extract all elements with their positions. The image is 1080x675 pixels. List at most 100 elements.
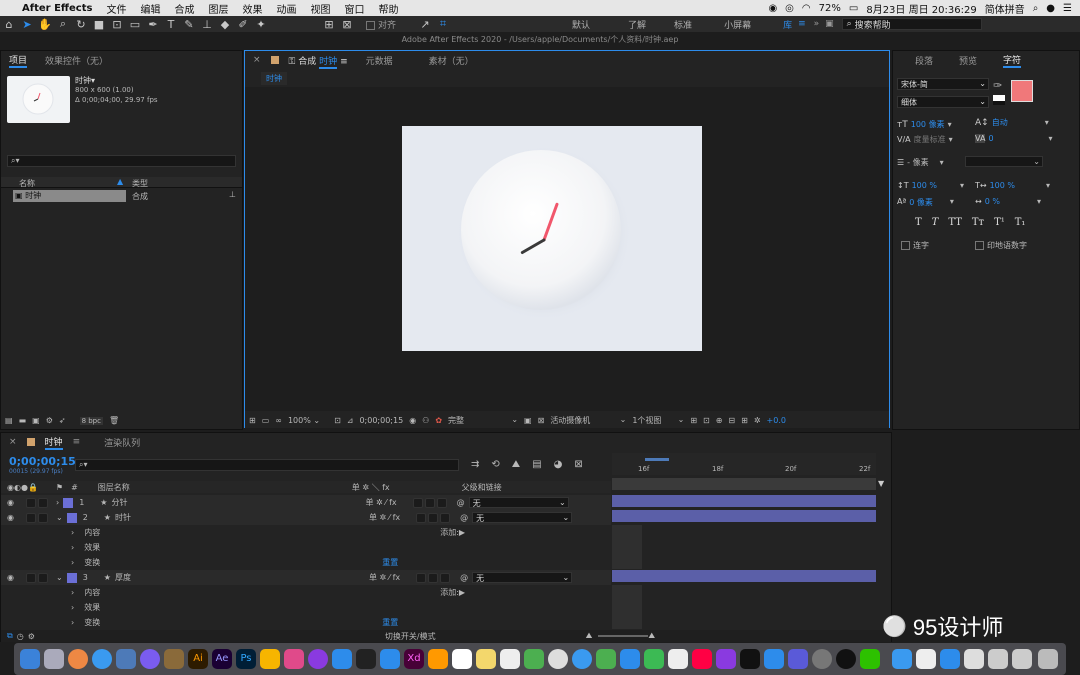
tab-menu-icon[interactable]: ≡	[73, 437, 81, 447]
faux-italic-button[interactable]: T	[932, 217, 939, 228]
selection-tool-icon[interactable]: ➤	[18, 18, 36, 31]
quality-select[interactable]: 完整 ⌄	[448, 415, 518, 426]
app-menu[interactable]: After Effects	[22, 3, 92, 14]
time-ruler[interactable]: 16f 18f 20f 22f	[612, 453, 876, 475]
close-icon[interactable]: ×	[253, 55, 261, 65]
tv-icon[interactable]	[740, 649, 760, 669]
col-layer-name[interactable]: 图层名称	[98, 482, 130, 493]
calendar-icon[interactable]	[452, 649, 472, 669]
timeline-timecode[interactable]: 0;00;00;15	[9, 455, 76, 468]
render-icon[interactable]: ➶	[59, 416, 66, 425]
comp-canvas[interactable]	[402, 126, 702, 351]
comp-viewer[interactable]	[245, 87, 889, 411]
menu-view[interactable]: 视图	[310, 1, 330, 16]
tab-project[interactable]: 项目	[9, 53, 28, 68]
work-area[interactable]	[612, 478, 876, 490]
font-size-value[interactable]: 100 像素	[911, 119, 945, 130]
rectangle-tool-icon[interactable]: ▭	[126, 18, 144, 31]
fit-icon[interactable]: ⊡	[334, 416, 341, 425]
add-icon[interactable]: ▶	[459, 528, 465, 537]
menu-composition[interactable]: 合成	[174, 1, 194, 16]
property-group[interactable]: › 变换 重置	[1, 615, 611, 630]
new-folder-icon[interactable]: ▬	[19, 416, 27, 425]
layer-name[interactable]: 时针	[115, 512, 131, 523]
lock-toggle[interactable]	[25, 512, 36, 523]
kerning-value[interactable]: 度量标准	[914, 134, 946, 145]
lock-toggle[interactable]	[25, 572, 36, 583]
lock-icon[interactable]: ⚿	[289, 57, 296, 67]
workspace-standard[interactable]: 标准	[674, 18, 692, 31]
property-group[interactable]: › 效果	[1, 540, 611, 555]
property-group[interactable]: › 变换 重置	[1, 555, 611, 570]
snapshot-icon[interactable]: ◉	[409, 416, 416, 425]
tab-render-queue[interactable]: 渲染队列	[104, 436, 140, 449]
type-tool-icon[interactable]: T	[162, 18, 180, 31]
tab-preview[interactable]: 预览	[959, 54, 977, 67]
flowchart-view-icon[interactable]: ⊞	[741, 416, 748, 425]
eye-icon[interactable]: ◉	[7, 498, 14, 507]
exposure-icon[interactable]: ✲	[754, 416, 761, 425]
parent-select[interactable]: 无 ⌄	[472, 572, 573, 583]
workspace-small-screen[interactable]: 小屏幕	[724, 18, 751, 31]
baseline-value[interactable]: 0 像素	[909, 197, 933, 208]
menu-effect[interactable]: 效果	[242, 1, 262, 16]
layer-name[interactable]: 分针	[111, 497, 127, 508]
property-group[interactable]: › 内容 添加: ▶	[1, 585, 611, 600]
menu-window[interactable]: 窗口	[344, 1, 364, 16]
workspace-learn[interactable]: 了解	[628, 18, 646, 31]
xd-icon[interactable]: Xd	[404, 649, 424, 669]
layer-switches[interactable]: 单 ✲ ⁄ fx	[369, 512, 400, 523]
tab-footage[interactable]: 素材（无）	[429, 54, 474, 67]
eraser-tool-icon[interactable]: ◆	[216, 18, 234, 31]
app-store-icon[interactable]	[764, 649, 784, 669]
graph-editor-icon[interactable]: ⊠	[574, 459, 582, 470]
airdrop-icon[interactable]	[892, 649, 912, 669]
toggle-switches-modes[interactable]: 切换开关/模式	[385, 631, 436, 642]
grid-icon[interactable]: ⊠	[538, 416, 545, 425]
sketch-icon[interactable]	[260, 649, 280, 669]
parent-select[interactable]: 无 ⌄	[472, 512, 573, 523]
finder-icon[interactable]	[20, 649, 40, 669]
zoom-select[interactable]: 100% ⌄	[288, 416, 320, 425]
spotlight-icon[interactable]: ⌕	[1033, 3, 1039, 14]
input-method[interactable]: 简体拼音	[985, 1, 1025, 16]
search-help-toggle-icon[interactable]: ▣	[825, 19, 834, 29]
pixso-icon[interactable]	[308, 649, 328, 669]
keynote-icon[interactable]	[668, 649, 688, 669]
hindi-digits-checkbox[interactable]: 印地语数字	[975, 240, 1027, 251]
zoom-out-icon[interactable]: ⛰	[586, 631, 593, 641]
monitor-icon[interactable]: ▭	[262, 416, 270, 425]
tab-character[interactable]: 字符	[1003, 53, 1022, 68]
wechat-icon[interactable]: ◎	[785, 3, 794, 14]
qq-icon[interactable]: ◉	[768, 3, 777, 14]
roto-brush-icon[interactable]: ✐	[234, 18, 252, 31]
brush-tool-icon[interactable]: ✎	[180, 18, 198, 31]
layer-bar[interactable]	[612, 570, 876, 582]
shy-toggle[interactable]	[37, 497, 48, 508]
shy-icon[interactable]: ⛰	[512, 459, 520, 470]
motion-blur-icon[interactable]: ◕	[554, 459, 563, 470]
reset-link[interactable]: 重置	[382, 557, 398, 568]
wechat-app-icon[interactable]	[860, 649, 880, 669]
podcasts-icon[interactable]	[716, 649, 736, 669]
parent-select[interactable]: 无 ⌄	[468, 497, 569, 508]
col-parent[interactable]: 父级和链接	[462, 482, 502, 493]
reset-exposure-icon[interactable]: ⊡	[703, 416, 710, 425]
collapse-icon[interactable]: ⌄	[56, 513, 63, 522]
layer-color-label[interactable]	[66, 572, 77, 583]
font-family-select[interactable]: 宋体-简 ⌄	[897, 78, 989, 90]
zoom-in-icon[interactable]: ⛰	[648, 631, 655, 641]
zoom-tool-icon[interactable]: ⌕	[54, 17, 72, 31]
current-time-indicator-icon[interactable]: ▼	[878, 479, 888, 519]
workspace-libraries[interactable]: 库	[783, 18, 792, 31]
tab-effect-controls[interactable]: 效果控件（无）	[45, 54, 108, 67]
camera-select[interactable]: 活动摄像机 ⌄	[550, 415, 626, 426]
layer-row[interactable]: ◉ ⌄ 2 ★ 时针 单 ✲ ⁄ fx @ 无 ⌄	[1, 510, 611, 525]
eye-icon[interactable]: ◉	[7, 573, 14, 582]
layer-row[interactable]: ◉ › 1 ★ 分针 单 ✲ ⁄ fx @ 无 ⌄	[1, 495, 611, 510]
pen-tool-icon[interactable]: ✒	[144, 18, 162, 31]
after-effects-icon[interactable]: Ae	[212, 649, 232, 669]
snap-checkbox[interactable]: 对齐	[366, 18, 396, 31]
wifi-icon[interactable]: ◠	[802, 3, 811, 14]
faux-bold-button[interactable]: T	[915, 217, 922, 228]
